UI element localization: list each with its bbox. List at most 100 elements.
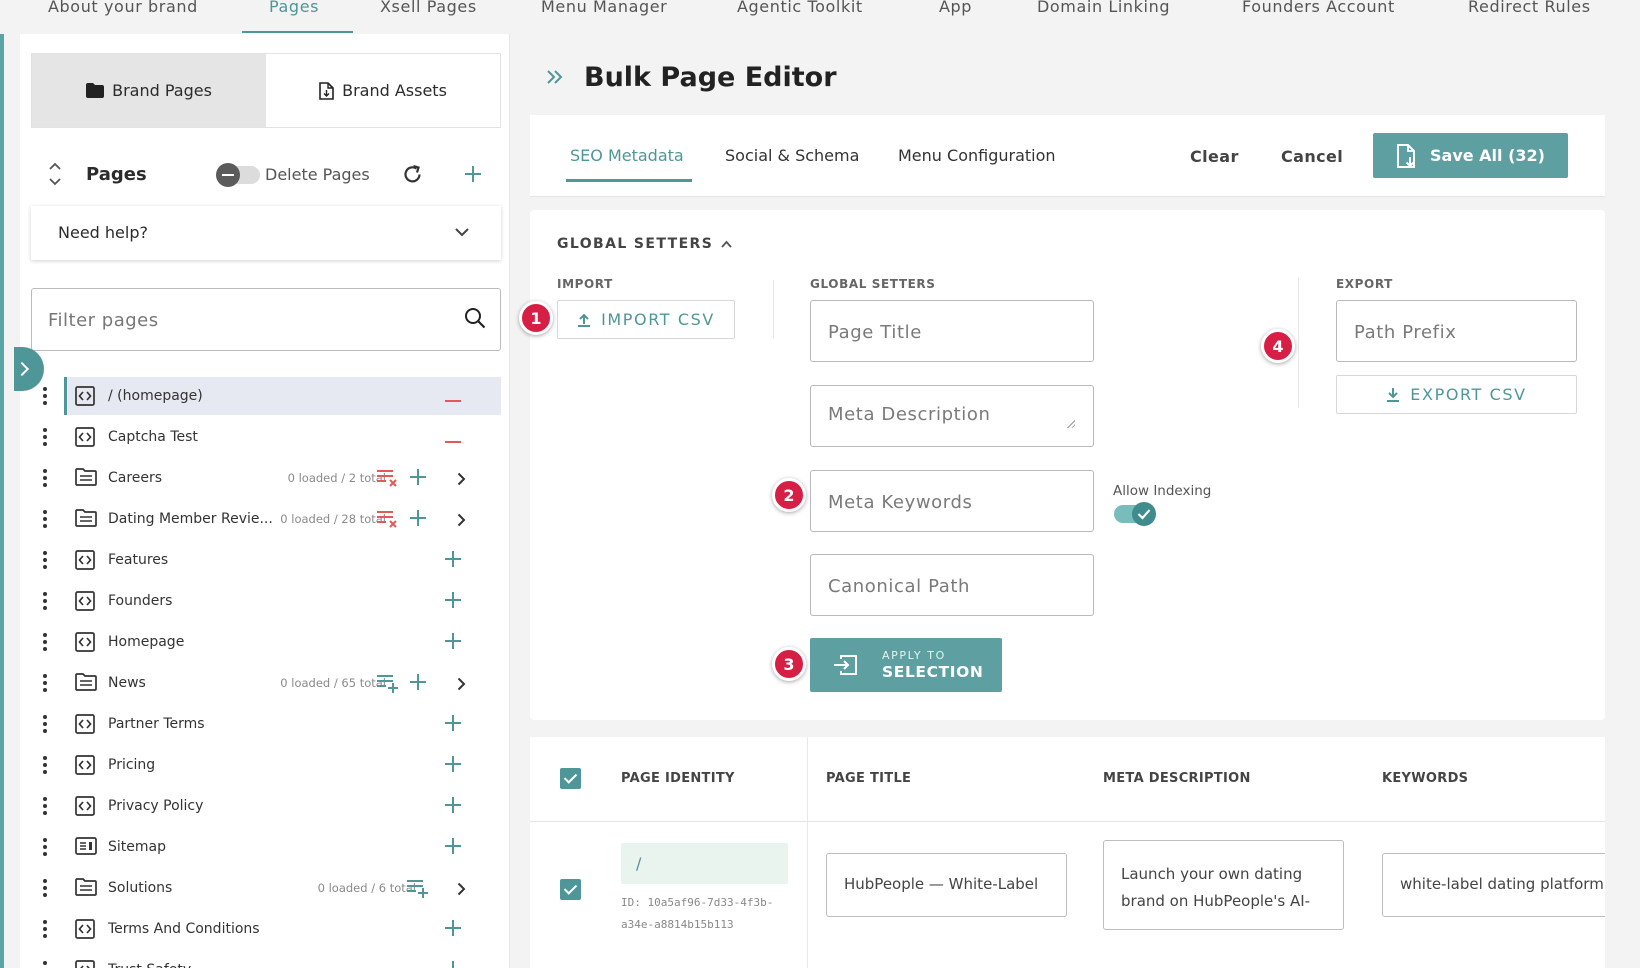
nav-tab-agentic-toolkit[interactable]: Agentic Toolkit [737, 0, 863, 16]
brand-assets-segment[interactable]: Brand Assets [266, 54, 500, 127]
drag-handle-icon[interactable] [43, 592, 47, 613]
chevron-right-icon[interactable] [457, 676, 466, 695]
row-keywords-input[interactable]: white-label dating platform [1382, 853, 1605, 917]
add-child-page-icon[interactable] [409, 673, 427, 695]
brand-pages-segment[interactable]: Brand Pages [32, 54, 266, 127]
drag-handle-icon[interactable] [43, 920, 47, 941]
nav-tab-xsell-pages[interactable]: Xsell Pages [380, 0, 477, 16]
pages-sidebar: Brand Pages Brand Assets Pages Delete Pa… [14, 34, 510, 968]
sidebar-page-item[interactable]: / (homepage) [20, 376, 510, 417]
tab-menu-configuration[interactable]: Menu Configuration [898, 146, 1056, 165]
remove-page-icon[interactable] [445, 429, 461, 448]
chevron-right-icon[interactable] [457, 881, 466, 900]
tab-seo-metadata[interactable]: SEO Metadata [570, 146, 684, 165]
sidebar-page-item[interactable]: Sitemap [20, 827, 510, 868]
load-items-icon[interactable] [406, 878, 430, 902]
drag-handle-icon[interactable] [43, 469, 47, 490]
meta-keywords-field [810, 470, 1094, 532]
drag-handle-icon[interactable] [43, 879, 47, 900]
sidebar-page-item[interactable]: Careers 0 loaded / 2 total [20, 458, 510, 499]
drag-handle-icon[interactable] [43, 674, 47, 695]
sidebar-page-item[interactable]: Dating Member Revie... 0 loaded / 28 tota… [20, 499, 510, 540]
expand-collapse-icon[interactable] [48, 161, 62, 187]
drag-handle-icon[interactable] [43, 797, 47, 818]
export-csv-button[interactable]: EXPORT CSV [1336, 375, 1577, 414]
load-count: 0 loaded / 2 total [287, 471, 386, 485]
sidebar-page-item[interactable]: Founders [20, 581, 510, 622]
chevron-right-icon[interactable] [457, 512, 466, 531]
cancel-button[interactable]: Cancel [1281, 147, 1343, 166]
add-child-page-icon[interactable] [444, 919, 462, 941]
chevron-up-icon[interactable] [721, 240, 732, 248]
drag-handle-icon[interactable] [43, 838, 47, 859]
drag-handle-icon[interactable] [43, 387, 47, 408]
nav-tab-domain-linking[interactable]: Domain Linking [1037, 0, 1170, 16]
sidebar-page-item[interactable]: Partner Terms [20, 704, 510, 745]
load-items-icon[interactable] [376, 673, 400, 697]
drag-handle-icon[interactable] [43, 961, 47, 968]
add-child-page-icon[interactable] [409, 509, 427, 531]
save-all-button[interactable]: Save All (32) [1373, 133, 1568, 178]
add-child-page-icon[interactable] [444, 591, 462, 613]
clear-button[interactable]: Clear [1190, 147, 1239, 166]
nav-tab-pages[interactable]: Pages [269, 0, 319, 16]
add-child-page-icon[interactable] [444, 960, 462, 968]
tab-social-schema[interactable]: Social & Schema [725, 146, 859, 165]
drag-handle-icon[interactable] [43, 510, 47, 531]
sidebar-page-item[interactable]: Captcha Test [20, 417, 510, 458]
sidebar-page-item[interactable]: Homepage [20, 622, 510, 663]
drag-handle-icon[interactable] [43, 551, 47, 572]
remove-page-icon[interactable] [445, 388, 461, 407]
page-name: Founders [108, 593, 173, 609]
import-csv-button[interactable]: IMPORT CSV [557, 300, 735, 339]
drag-handle-icon[interactable] [43, 633, 47, 654]
row-checkbox[interactable] [560, 879, 581, 900]
add-child-page-icon[interactable] [444, 796, 462, 818]
path-prefix-input[interactable] [1354, 319, 1559, 345]
double-chevron-right-icon[interactable] [546, 69, 564, 85]
row-meta-description-input[interactable]: Launch your own dating brand on HubPeopl… [1103, 840, 1344, 930]
refresh-icon[interactable] [402, 164, 423, 185]
meta-keywords-input[interactable] [828, 489, 1078, 515]
nav-tab-menu-manager[interactable]: Menu Manager [541, 0, 667, 16]
filter-pages-input[interactable] [48, 307, 428, 333]
select-all-checkbox[interactable] [560, 768, 581, 789]
nav-tab-founders-account[interactable]: Founders Account [1242, 0, 1395, 16]
add-child-page-icon[interactable] [444, 755, 462, 777]
add-child-page-icon[interactable] [444, 632, 462, 654]
allow-indexing-toggle[interactable] [1114, 502, 1156, 526]
clear-items-icon[interactable] [376, 509, 400, 533]
add-child-page-icon[interactable] [444, 837, 462, 859]
sidebar-page-item[interactable]: Features [20, 540, 510, 581]
sidebar-page-item[interactable]: Trust Safety [20, 950, 510, 968]
resize-handle-icon[interactable] [1066, 419, 1075, 428]
delete-pages-toggle[interactable] [216, 163, 260, 187]
nav-tab-app[interactable]: App [939, 0, 972, 16]
nav-tab-about-your-brand[interactable]: About your brand [48, 0, 198, 16]
drag-handle-icon[interactable] [43, 428, 47, 449]
search-icon[interactable] [464, 307, 486, 329]
need-help-accordion[interactable]: Need help? [31, 206, 501, 260]
add-child-page-icon[interactable] [444, 714, 462, 736]
nav-tab-redirect-rules[interactable]: Redirect Rules [1468, 0, 1591, 16]
apply-to-selection-button[interactable]: APPLY TO SELECTION [810, 638, 1002, 692]
sidebar-page-item[interactable]: Pricing [20, 745, 510, 786]
chevron-right-icon[interactable] [457, 471, 466, 490]
clear-items-icon[interactable] [376, 468, 400, 492]
page-title-input[interactable] [828, 319, 1078, 345]
meta-description-input[interactable] [828, 404, 1078, 430]
add-child-page-icon[interactable] [444, 550, 462, 572]
global-setters-heading[interactable]: GLOBAL SETTERS [557, 236, 713, 252]
code-page-icon [75, 755, 95, 779]
canonical-path-input[interactable] [828, 573, 1078, 599]
left-accent-bar [0, 0, 4, 968]
sidebar-page-item[interactable]: Solutions 0 loaded / 6 total [20, 868, 510, 909]
add-child-page-icon[interactable] [409, 468, 427, 490]
sidebar-page-item[interactable]: Privacy Policy [20, 786, 510, 827]
sidebar-page-item[interactable]: Terms And Conditions [20, 909, 510, 950]
drag-handle-icon[interactable] [43, 715, 47, 736]
drag-handle-icon[interactable] [43, 756, 47, 777]
add-page-icon[interactable] [464, 165, 482, 183]
sidebar-page-item[interactable]: News 0 loaded / 65 total [20, 663, 510, 704]
row-page-title-input[interactable]: HubPeople — White-Label [826, 853, 1067, 917]
